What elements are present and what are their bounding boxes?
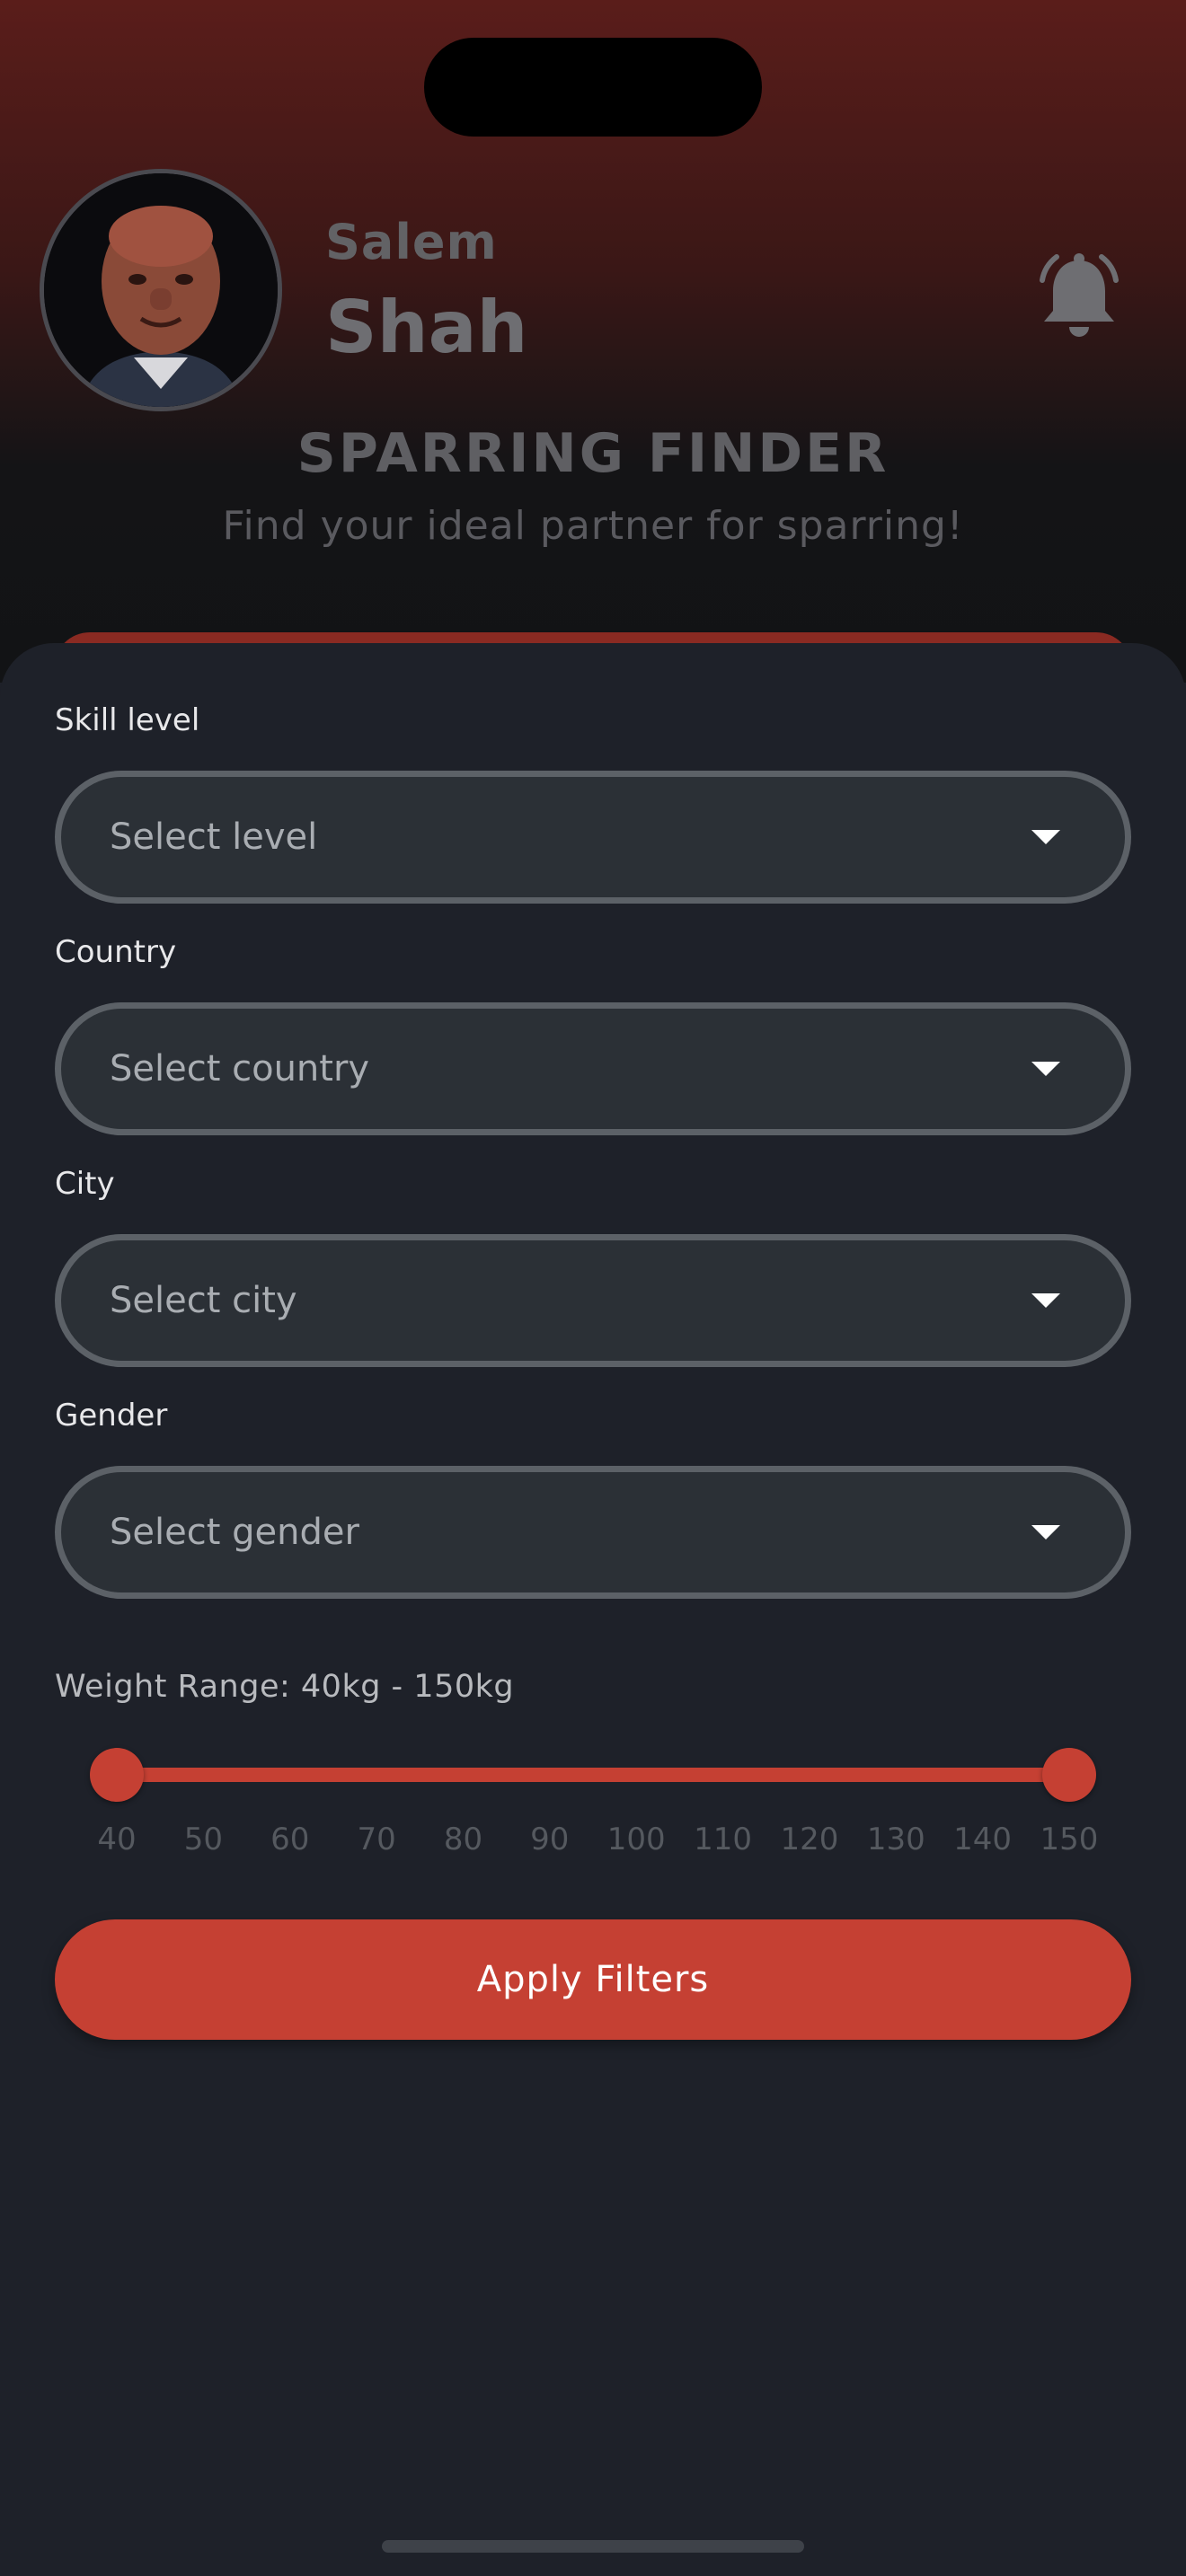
gender-placeholder: Select gender bbox=[110, 1512, 359, 1553]
slider-tick-label: 50 bbox=[183, 1822, 223, 1857]
weight-range-label: Weight Range: 40kg - 150kg bbox=[55, 1669, 515, 1705]
gender-label: Gender bbox=[55, 1398, 168, 1434]
slider-tick-label: 60 bbox=[270, 1822, 310, 1857]
slider-tick-labels: 40 50 60 70 80 90 100 110 120 130 140 150 bbox=[0, 1822, 1186, 1866]
slider-tick-label: 70 bbox=[357, 1822, 396, 1857]
slider-tick-label: 90 bbox=[530, 1822, 570, 1857]
apply-filters-button[interactable]: Apply Filters bbox=[55, 1919, 1131, 2040]
skill-level-select[interactable]: Select level bbox=[55, 771, 1131, 904]
page-title: SPARRING FINDER bbox=[296, 422, 890, 485]
gender-select[interactable]: Select gender bbox=[55, 1466, 1131, 1599]
avatar[interactable] bbox=[40, 169, 282, 411]
country-label: Country bbox=[55, 934, 177, 970]
home-indicator bbox=[382, 2540, 804, 2553]
country-placeholder: Select country bbox=[110, 1048, 370, 1090]
skill-level-placeholder: Select level bbox=[110, 816, 318, 858]
slider-max-thumb[interactable] bbox=[1042, 1748, 1096, 1802]
slider-tick-label: 80 bbox=[443, 1822, 483, 1857]
slider-tick-label: 100 bbox=[606, 1822, 666, 1857]
slider-tick-label: 140 bbox=[953, 1822, 1013, 1857]
filter-sheet bbox=[0, 643, 1186, 2576]
profile-last-name: Shah bbox=[325, 286, 528, 369]
slider-tick-label: 130 bbox=[866, 1822, 925, 1857]
slider-tick-label: 120 bbox=[780, 1822, 839, 1857]
slider-tick-label: 150 bbox=[1040, 1822, 1099, 1857]
page-subtitle: Find your ideal partner for sparring! bbox=[222, 503, 964, 549]
slider-tick-label: 110 bbox=[694, 1822, 752, 1857]
dynamic-island bbox=[424, 38, 762, 137]
avatar-image bbox=[44, 173, 278, 407]
chevron-down-icon bbox=[1031, 830, 1060, 844]
slider-min-thumb[interactable] bbox=[90, 1748, 144, 1802]
country-select[interactable]: Select country bbox=[55, 1002, 1131, 1135]
chevron-down-icon bbox=[1031, 1525, 1060, 1539]
profile-first-name: Salem bbox=[325, 214, 498, 270]
skill-level-label: Skill level bbox=[55, 702, 200, 738]
chevron-down-icon bbox=[1031, 1293, 1060, 1308]
city-label: City bbox=[55, 1166, 115, 1202]
slider-fill bbox=[117, 1768, 1069, 1782]
chevron-down-icon bbox=[1031, 1062, 1060, 1076]
city-placeholder: Select city bbox=[110, 1280, 297, 1321]
slider-tick-label: 40 bbox=[97, 1822, 137, 1857]
weight-range-slider[interactable] bbox=[90, 1746, 1096, 1804]
city-select[interactable]: Select city bbox=[55, 1234, 1131, 1367]
bell-icon[interactable] bbox=[1030, 248, 1128, 347]
